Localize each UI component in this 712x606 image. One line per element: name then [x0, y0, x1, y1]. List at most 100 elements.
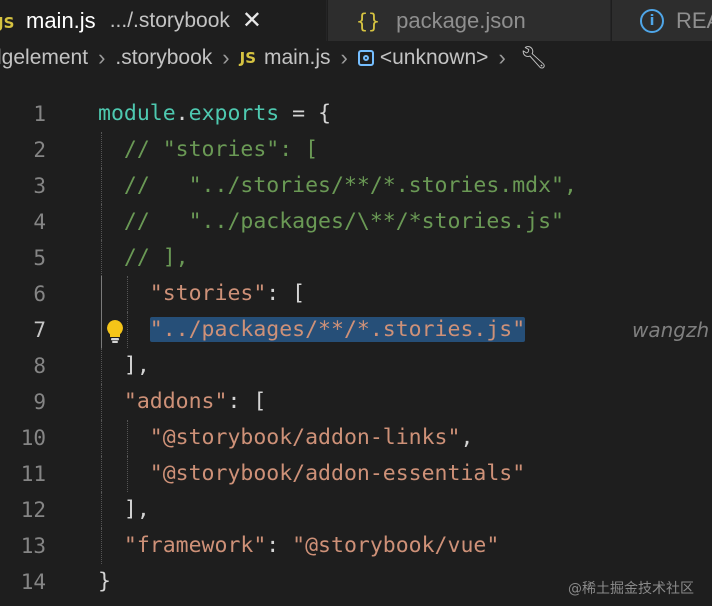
code-line[interactable]: 11 "@storybook/addon-essentials": [0, 456, 712, 492]
code-text[interactable]: ],: [98, 492, 150, 528]
indent-guide: [101, 420, 102, 456]
line-number: 4: [33, 210, 46, 234]
code-text[interactable]: "@storybook/addon-essentials": [98, 456, 525, 492]
code-token: .: [175, 101, 189, 126]
code-line[interactable]: 2 // "stories": [: [0, 132, 712, 168]
line-number: 10: [20, 426, 46, 450]
code-text[interactable]: "../packages/**/*.stories.js": [98, 312, 526, 348]
breadcrumb-folder-root[interactable]: lgelement: [0, 46, 88, 70]
code-text[interactable]: // ],: [98, 240, 189, 276]
line-number: 13: [20, 534, 46, 558]
code-line[interactable]: 5 // ],: [0, 240, 712, 276]
code-text[interactable]: // "stories": [: [98, 132, 318, 168]
line-number: 12: [20, 498, 46, 522]
line-number: 5: [33, 246, 46, 270]
tab-label: READ: [676, 7, 712, 33]
code-editor[interactable]: 1 module.exports = {2 // "stories": [3 //…: [0, 98, 712, 606]
tab-package-json[interactable]: {} package.json: [327, 0, 610, 41]
code-token: "@storybook/addon-links": [149, 425, 461, 450]
indent-guide: [101, 384, 102, 420]
indent-guide: [101, 348, 102, 384]
breadcrumb-symbol[interactable]: <unknown>: [380, 46, 489, 70]
code-token: "framework": [123, 533, 267, 558]
code-line[interactable]: 6 "stories": [: [0, 276, 712, 312]
code-line[interactable]: 10 "@storybook/addon-links",: [0, 420, 712, 456]
tab-main-js[interactable]: JS main.js .../.storybook ✕: [0, 0, 326, 41]
code-line[interactable]: 9 "addons": [: [0, 384, 712, 420]
git-blame-annotation: wangzh: [632, 318, 710, 342]
selected-text: "../packages/**/*.stories.js": [149, 317, 526, 342]
info-icon: i: [640, 8, 664, 33]
code-text[interactable]: ],: [98, 348, 150, 384]
code-line[interactable]: 1 module.exports = {: [0, 96, 712, 132]
indent-guide: [126, 312, 128, 348]
line-number: 1: [33, 102, 46, 126]
indent-guide: [101, 528, 102, 564]
line-number: 7: [33, 318, 46, 342]
code-line[interactable]: 8 ],: [0, 348, 712, 384]
line-number: 3: [33, 174, 46, 198]
indent-guide: [101, 240, 102, 276]
code-token: ,: [460, 425, 474, 450]
line-number: 8: [33, 354, 46, 378]
code-text[interactable]: "stories": [: [98, 276, 305, 312]
indent-guide: [101, 312, 102, 348]
code-token: "@storybook/addon-essentials": [149, 461, 526, 486]
code-token: :: [266, 533, 293, 558]
symbol-icon: [357, 50, 374, 66]
indent-guide: [126, 456, 128, 492]
breadcrumb-folder-storybook[interactable]: .storybook: [115, 46, 212, 70]
chevron-right-icon: ›: [98, 45, 106, 70]
code-token: // ],: [98, 245, 189, 270]
code-token: module: [98, 101, 176, 126]
chevron-right-icon: ›: [498, 45, 506, 70]
code-token: // "stories": [: [98, 137, 319, 162]
code-text[interactable]: module.exports = {: [98, 96, 331, 132]
breadcrumb: lgelement › .storybook › JS main.js › <u…: [0, 41, 712, 75]
code-line[interactable]: 3 // "../stories/**/*.stories.mdx",: [0, 168, 712, 204]
indent-guide: [126, 420, 128, 456]
wrench-icon[interactable]: 🔧︎: [520, 45, 548, 71]
code-token: exports: [188, 101, 280, 126]
indent-guide: [101, 456, 102, 492]
chevron-right-icon: ›: [340, 45, 348, 70]
code-token: = {: [279, 101, 332, 126]
tab-description: .../.storybook: [109, 8, 230, 32]
line-number: 9: [33, 390, 46, 414]
code-text[interactable]: "addons": [: [98, 384, 266, 420]
lightbulb-icon[interactable]: [104, 319, 126, 343]
code-text[interactable]: "framework": "@storybook/vue": [98, 528, 499, 564]
line-number: 6: [33, 282, 46, 306]
code-text[interactable]: // "../stories/**/*.stories.mdx",: [98, 168, 577, 204]
js-file-icon: JS: [239, 49, 256, 67]
close-icon[interactable]: ✕: [242, 6, 262, 35]
tab-readme[interactable]: i READ: [611, 0, 712, 41]
code-line[interactable]: 13 "framework": "@storybook/vue": [0, 528, 712, 564]
js-file-icon: JS: [0, 13, 15, 32]
code-line[interactable]: 12 ],: [0, 492, 712, 528]
code-token: ],: [98, 353, 150, 378]
breadcrumb-file[interactable]: main.js: [264, 46, 331, 70]
tab-bar: JS main.js .../.storybook ✕ {} package.j…: [0, 0, 712, 41]
code-token: : [: [266, 281, 306, 306]
code-line[interactable]: 7 "../packages/**/*.stories.js" wangzh: [0, 312, 712, 348]
code-token: ],: [98, 497, 150, 522]
tab-label: main.js: [26, 7, 96, 33]
code-text[interactable]: }: [98, 564, 111, 600]
watermark: @稀土掘金技术社区: [568, 581, 694, 597]
code-text[interactable]: "@storybook/addon-links",: [98, 420, 474, 456]
indent-guide: [101, 204, 102, 240]
code-line[interactable]: 4 // "../packages/\**/*stories.js": [0, 204, 712, 240]
indent-guide: [126, 276, 128, 312]
indent-guide: [101, 132, 102, 168]
tab-label: package.json: [396, 7, 526, 33]
line-number: 2: [33, 138, 46, 162]
indent-guide: [101, 168, 102, 204]
code-token: : [: [227, 389, 267, 414]
chevron-right-icon: ›: [222, 45, 230, 70]
code-token: // "../stories/**/*.stories.mdx",: [98, 173, 577, 198]
code-text[interactable]: // "../packages/\**/*stories.js": [98, 204, 564, 240]
